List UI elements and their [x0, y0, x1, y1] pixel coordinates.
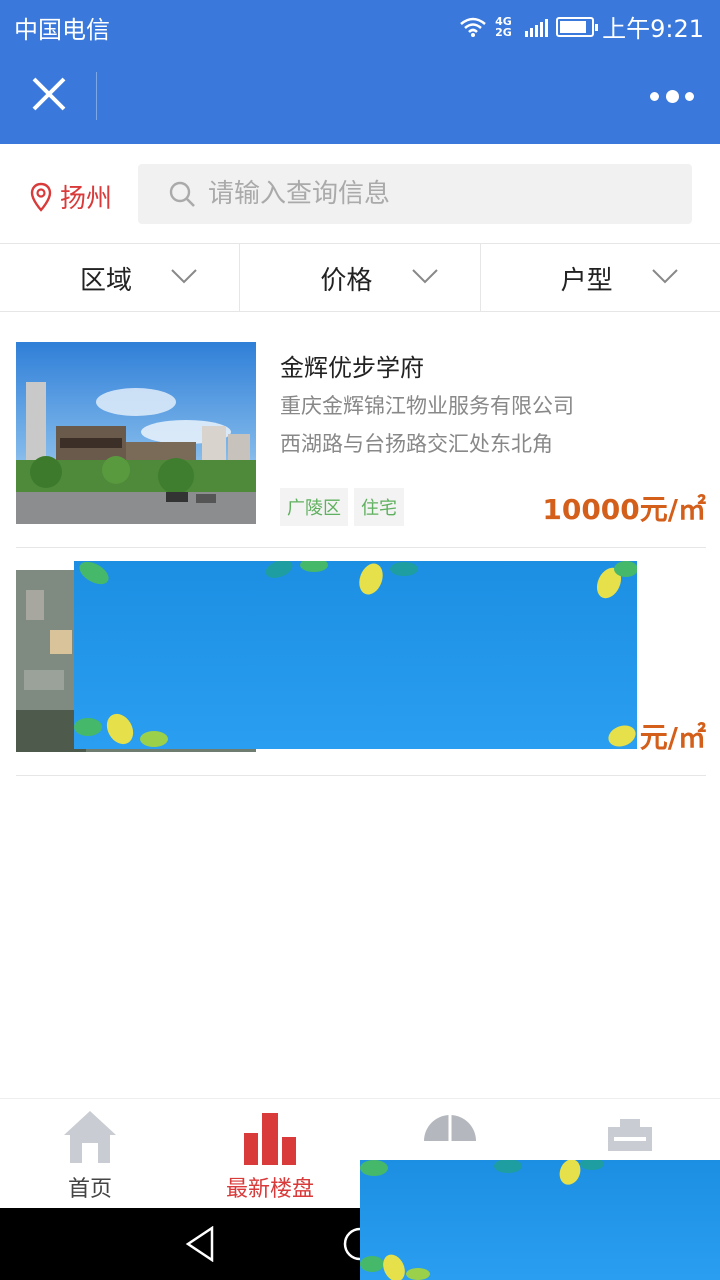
chevron-down-icon	[411, 269, 438, 284]
ad-banner[interactable]	[74, 561, 637, 749]
close-button[interactable]	[28, 76, 70, 118]
tag-district: 广陵区	[280, 488, 348, 526]
filter-price[interactable]: 价格	[240, 244, 481, 311]
network-type-label: 4G 2G	[495, 14, 512, 39]
search-box[interactable]	[138, 164, 692, 224]
nav-divider	[96, 72, 97, 120]
tab-home[interactable]: 首页	[0, 1099, 180, 1208]
wifi-icon	[460, 17, 486, 37]
more-icon-dot	[685, 91, 694, 101]
listing-info: 金辉优步学府 重庆金辉锦江物业服务有限公司 西湖路与台扬路交汇处东北角 广陵区 …	[280, 342, 706, 526]
more-button[interactable]	[650, 86, 694, 106]
search-row: 扬州	[0, 144, 720, 244]
listing-tags: 广陵区 住宅	[280, 488, 404, 526]
leaf-decoration-icon	[74, 561, 637, 747]
listing-price: 元/㎡	[639, 721, 706, 754]
search-icon	[169, 181, 195, 207]
buildings-icon	[244, 1113, 296, 1165]
tab-label: 最新楼盘	[225, 1177, 314, 1202]
half-dome-icon	[424, 1115, 476, 1141]
home-icon	[64, 1111, 116, 1163]
city-label: 扬州	[60, 184, 113, 214]
filter-layout[interactable]: 户型	[481, 244, 720, 311]
listing-name: 金辉优步学府	[280, 354, 424, 382]
listing-item[interactable]: 金辉优步学府 重庆金辉锦江物业服务有限公司 西湖路与台扬路交汇处东北角 广陵区 …	[16, 342, 706, 548]
more-icon-dot	[650, 91, 659, 101]
status-bar: 中国电信 4G 2G 上午9:21	[0, 0, 720, 50]
clock-label: 上午9:21	[602, 15, 704, 43]
filter-bar: 区域 价格 户型	[0, 244, 720, 312]
listing-address: 西湖路与台扬路交汇处东北角	[280, 432, 553, 456]
ad-corner-overlay[interactable]	[360, 1160, 720, 1280]
more-icon-dot	[665, 89, 679, 103]
carrier-label: 中国电信	[14, 16, 110, 44]
search-input[interactable]	[208, 179, 628, 209]
close-icon	[32, 77, 66, 111]
filter-label: 价格	[320, 266, 373, 296]
tag-type: 住宅	[354, 488, 404, 526]
tab-label: 首页	[67, 1177, 112, 1202]
signal-icon	[525, 17, 549, 37]
listing-thumbnail	[16, 342, 256, 524]
location-pin-icon	[30, 182, 52, 212]
listing-price: 10000元/㎡	[542, 493, 706, 526]
chevron-down-icon	[652, 269, 678, 284]
listing-company: 重庆金辉锦江物业服务有限公司	[280, 394, 574, 418]
back-icon[interactable]	[184, 1226, 216, 1262]
briefcase-icon	[608, 1119, 652, 1151]
city-selector[interactable]: 扬州	[30, 178, 112, 215]
filter-label: 户型	[560, 266, 613, 296]
filter-label: 区域	[80, 266, 133, 296]
nav-bar	[0, 50, 720, 144]
chevron-down-icon	[171, 269, 198, 284]
battery-icon	[556, 16, 599, 37]
filter-region[interactable]: 区域	[0, 244, 241, 311]
leaf-decoration-icon	[360, 1160, 604, 1280]
tab-new-buildings[interactable]: 最新楼盘	[180, 1099, 360, 1208]
status-icons: 4G 2G 上午9:21	[459, 9, 704, 44]
